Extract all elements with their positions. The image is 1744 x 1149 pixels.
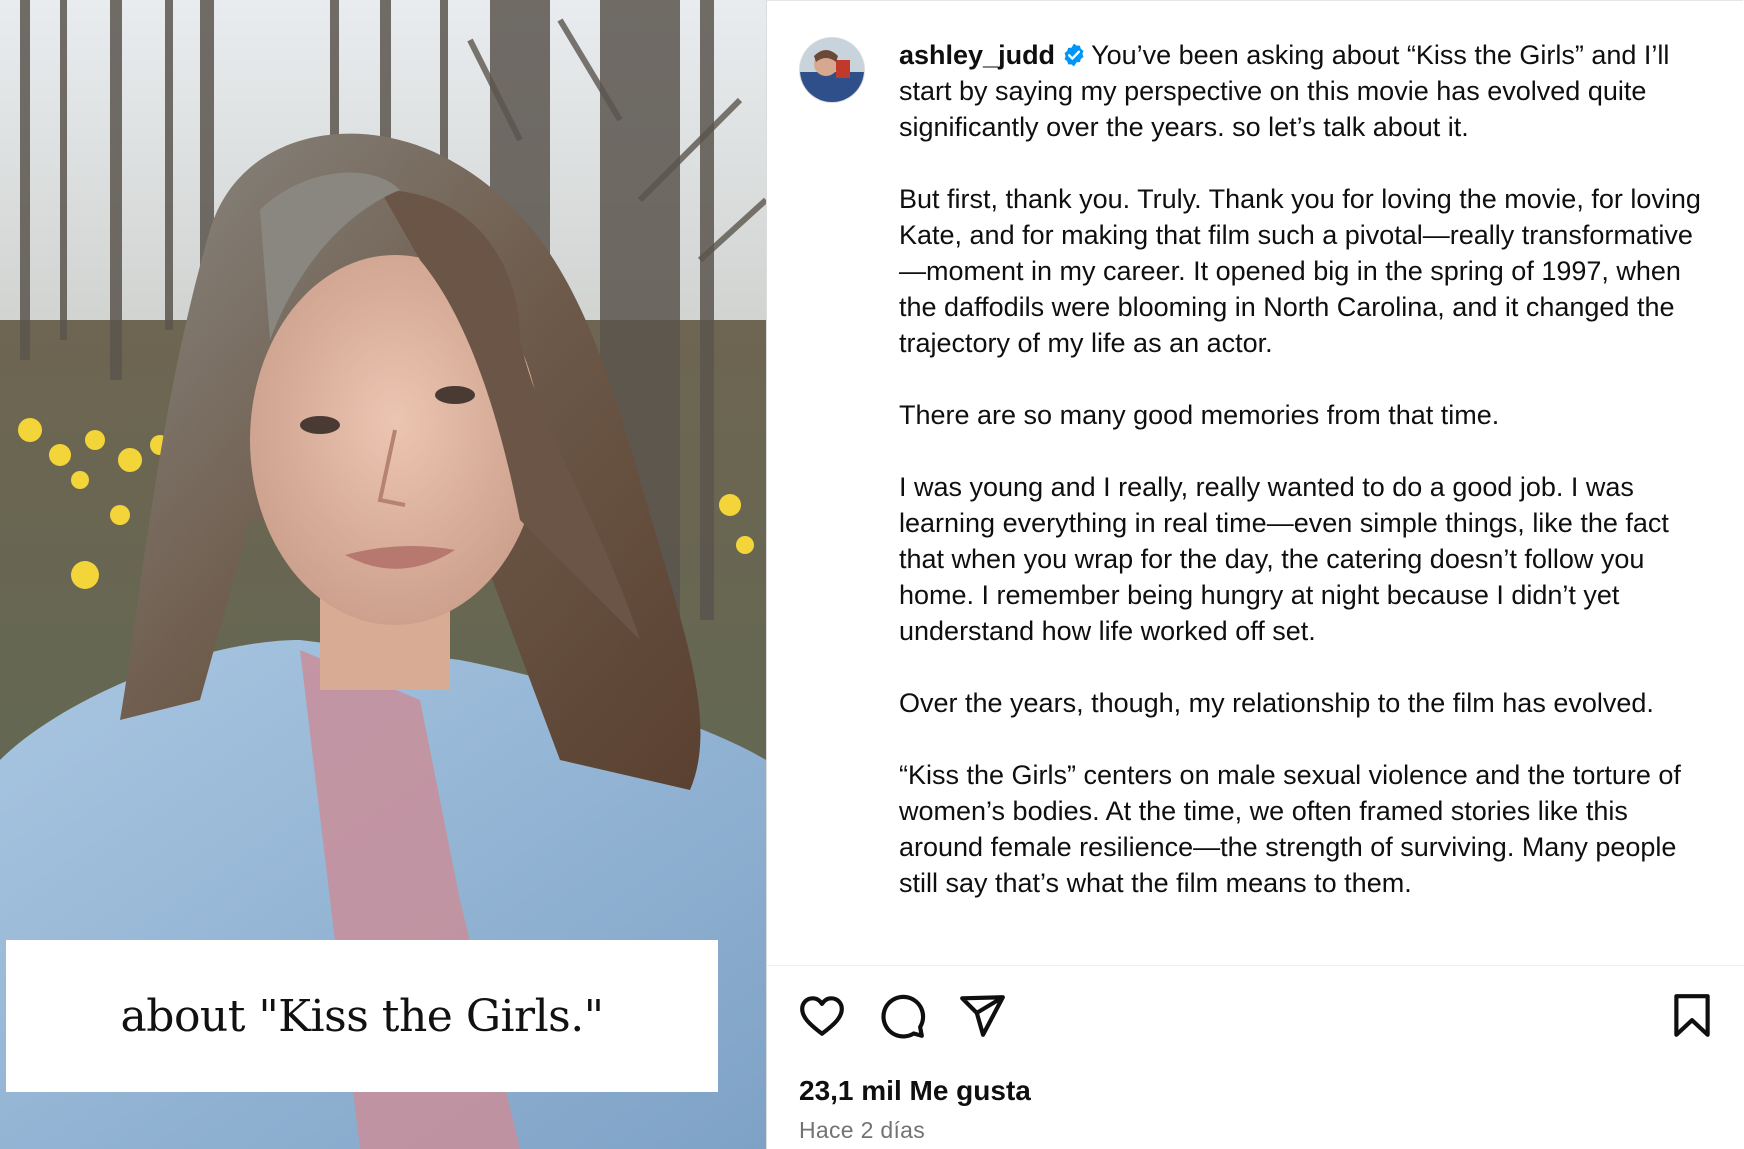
action-bar [767, 991, 1744, 1047]
divider [767, 965, 1744, 966]
paper-plane-icon[interactable] [957, 991, 1007, 1041]
video-caption-box: about "Kiss the Girls." [6, 940, 718, 1092]
caption-scroll-area[interactable]: ashley_judd You’ve been asking about “Kis… [767, 1, 1744, 965]
post-side-panel: ashley_judd You’ve been asking about “Kis… [766, 0, 1744, 1149]
bookmark-icon[interactable] [1667, 991, 1717, 1041]
verified-badge-icon [1064, 43, 1084, 67]
heart-icon[interactable] [797, 991, 847, 1041]
caption-paragraph: ashley_judd You’ve been asking about “Kis… [899, 37, 1719, 145]
post-timestamp[interactable]: Hace 2 días [799, 1117, 925, 1144]
video-caption-text: about "Kiss the Girls." [120, 990, 604, 1042]
avatar[interactable] [800, 38, 864, 102]
caption-paragraph-5: Over the years, though, my relationship … [899, 688, 1654, 718]
likes-count[interactable]: 23,1 mil Me gusta [799, 1075, 1031, 1107]
post-caption: ashley_judd You’ve been asking about “Kis… [899, 37, 1719, 937]
instagram-post: about "Kiss the Girls." ashley_judd You’v… [0, 0, 1744, 1149]
caption-paragraph-6: “Kiss the Girls” centers on male sexual … [899, 760, 1681, 898]
comment-bubble-icon[interactable] [877, 991, 927, 1041]
post-media-video[interactable]: about "Kiss the Girls." [0, 0, 766, 1149]
avatar-image [800, 38, 864, 102]
caption-paragraph-4: I was young and I really, really wanted … [899, 472, 1669, 646]
username-link[interactable]: ashley_judd [899, 40, 1055, 70]
caption-paragraph-3: There are so many good memories from tha… [899, 400, 1500, 430]
caption-paragraph-2: But first, thank you. Truly. Thank you f… [899, 184, 1701, 358]
